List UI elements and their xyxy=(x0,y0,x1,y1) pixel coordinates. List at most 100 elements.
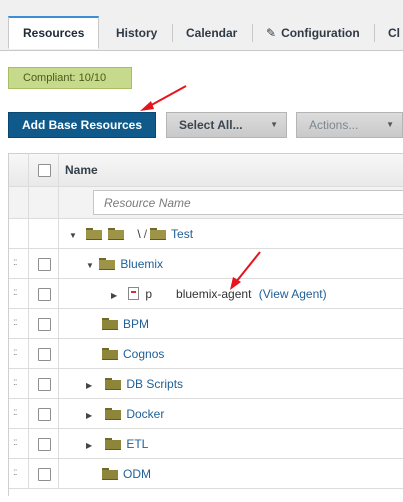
cognos-label[interactable]: Cognos xyxy=(123,347,164,361)
tree-node-root[interactable]: ▼ \ / Test xyxy=(69,219,193,249)
compliance-label: Compliant: 10/10 xyxy=(23,72,107,84)
drag-column-header xyxy=(9,154,29,186)
add-base-resources-label: Add Base Resources xyxy=(21,118,143,132)
row-checkbox[interactable] xyxy=(38,468,51,481)
tree-node-docker[interactable]: ▶ Docker xyxy=(86,399,164,429)
docker-label[interactable]: Docker xyxy=(126,407,164,421)
drag-column: :: xyxy=(9,339,29,368)
drag-column: :: xyxy=(9,429,29,458)
grid-header: Name xyxy=(9,154,403,187)
table-row[interactable]: :: BPM xyxy=(9,309,403,339)
drag-handle-icon[interactable]: :: xyxy=(13,287,17,298)
tab-history[interactable]: History xyxy=(116,18,157,50)
actions-label: Actions... xyxy=(309,118,359,132)
table-row[interactable]: :: ▼ Bluemix xyxy=(9,249,403,279)
folder-icon xyxy=(105,408,122,420)
bluemix-label[interactable]: Bluemix xyxy=(120,257,163,271)
agent-resource-icon xyxy=(128,287,140,300)
drag-handle-icon[interactable]: :: xyxy=(13,437,17,448)
filter-row xyxy=(9,187,403,219)
path-separator: / xyxy=(143,227,148,241)
folder-icon xyxy=(108,228,125,240)
select-all-checkbox[interactable] xyxy=(38,164,51,177)
select-all-dropdown[interactable]: Select All... ▼ xyxy=(166,112,287,138)
folder-icon xyxy=(150,228,167,240)
tab-resources-label: Resources xyxy=(23,26,85,40)
folder-icon xyxy=(105,378,122,390)
drag-column: :: xyxy=(9,279,29,308)
resource-name-filter-input[interactable] xyxy=(93,190,403,215)
expanded-triangle-icon[interactable]: ▼ xyxy=(69,221,79,251)
row-checkbox[interactable] xyxy=(38,438,51,451)
view-agent-link[interactable]: (View Agent) xyxy=(259,287,327,301)
folder-icon xyxy=(105,438,122,450)
drag-handle-icon[interactable]: :: xyxy=(13,467,17,478)
chevron-down-icon: ▼ xyxy=(386,120,394,129)
name-column-header[interactable]: Name xyxy=(65,163,98,177)
tab-overflow[interactable]: Cl xyxy=(388,18,400,50)
tree-node-db-scripts[interactable]: ▶ DB Scripts xyxy=(86,369,183,399)
collapsed-triangle-icon[interactable]: ▶ xyxy=(111,281,121,311)
row-checkbox[interactable] xyxy=(38,288,51,301)
row-checkbox[interactable] xyxy=(38,348,51,361)
path-test-label[interactable]: Test xyxy=(171,227,193,241)
etl-label[interactable]: ETL xyxy=(126,437,148,451)
collapsed-triangle-icon[interactable]: ▶ xyxy=(86,371,96,401)
tab-history-label: History xyxy=(116,26,158,40)
path-prefix: \ xyxy=(137,227,141,241)
folder-icon xyxy=(86,228,103,240)
row-checkbox[interactable] xyxy=(38,378,51,391)
row-checkbox[interactable] xyxy=(38,258,51,271)
tab-configuration-label: Configuration xyxy=(281,26,360,40)
collapsed-triangle-icon[interactable]: ▶ xyxy=(86,431,96,461)
folder-icon xyxy=(99,258,116,270)
table-row[interactable]: :: ▶ p bluemix-agent (View Agent) xyxy=(9,279,403,309)
actions-dropdown[interactable]: Actions... ▼ xyxy=(296,112,403,138)
tab-calendar[interactable]: Calendar xyxy=(186,18,237,50)
tab-divider xyxy=(252,24,253,42)
tree-node-bluemix-agent[interactable]: ▶ p bluemix-agent (View Agent) xyxy=(111,279,327,309)
select-all-label: Select All... xyxy=(179,118,243,132)
drag-column: :: xyxy=(9,399,29,428)
add-base-resources-button[interactable]: Add Base Resources xyxy=(8,112,156,138)
folder-icon xyxy=(102,318,118,330)
select-column xyxy=(29,187,59,218)
tree-node-etl[interactable]: ▶ ETL xyxy=(86,429,148,459)
tab-configuration[interactable]: ✎ Configuration xyxy=(266,18,360,50)
row-checkbox[interactable] xyxy=(38,318,51,331)
table-row[interactable]: :: ▶ DB Scripts xyxy=(9,369,403,399)
tree-node-cognos[interactable]: Cognos xyxy=(102,339,164,369)
collapsed-triangle-icon[interactable]: ▶ xyxy=(86,401,96,431)
folder-icon xyxy=(102,468,118,480)
drag-handle-icon[interactable]: :: xyxy=(13,347,17,358)
drag-handle-icon[interactable]: :: xyxy=(13,257,17,268)
table-row[interactable]: :: ▶ ETL xyxy=(9,429,403,459)
tree-node-bluemix[interactable]: ▼ Bluemix xyxy=(86,249,163,279)
drag-handle-icon[interactable]: :: xyxy=(13,317,17,328)
tab-overflow-label: Cl xyxy=(388,26,400,40)
tab-bar: Resources History Calendar ✎ Configuratio… xyxy=(0,0,403,51)
select-column xyxy=(29,219,59,248)
agent-label-prefix: p xyxy=(145,287,153,301)
table-row[interactable]: :: Cognos xyxy=(9,339,403,369)
pencil-icon: ✎ xyxy=(266,26,277,40)
drag-column: :: xyxy=(9,459,29,488)
odm-label[interactable]: ODM xyxy=(123,467,151,481)
drag-column xyxy=(9,219,29,248)
tab-calendar-label: Calendar xyxy=(186,26,238,40)
drag-column: :: xyxy=(9,369,29,398)
drag-handle-icon[interactable]: :: xyxy=(13,377,17,388)
db-scripts-label[interactable]: DB Scripts xyxy=(126,377,183,391)
tree-node-odm[interactable]: ODM xyxy=(102,459,151,489)
tree-node-bpm[interactable]: BPM xyxy=(102,309,149,339)
row-checkbox[interactable] xyxy=(38,408,51,421)
table-row[interactable]: :: ▶ Docker xyxy=(9,399,403,429)
drag-column: :: xyxy=(9,309,29,338)
table-row[interactable]: ▼ \ / Test xyxy=(9,219,403,249)
expanded-triangle-icon[interactable]: ▼ xyxy=(86,251,96,281)
bpm-label[interactable]: BPM xyxy=(123,317,149,331)
drag-handle-icon[interactable]: :: xyxy=(13,407,17,418)
table-row[interactable]: :: ODM xyxy=(9,459,403,489)
drag-column xyxy=(9,187,29,218)
tab-resources[interactable]: Resources xyxy=(8,16,100,49)
